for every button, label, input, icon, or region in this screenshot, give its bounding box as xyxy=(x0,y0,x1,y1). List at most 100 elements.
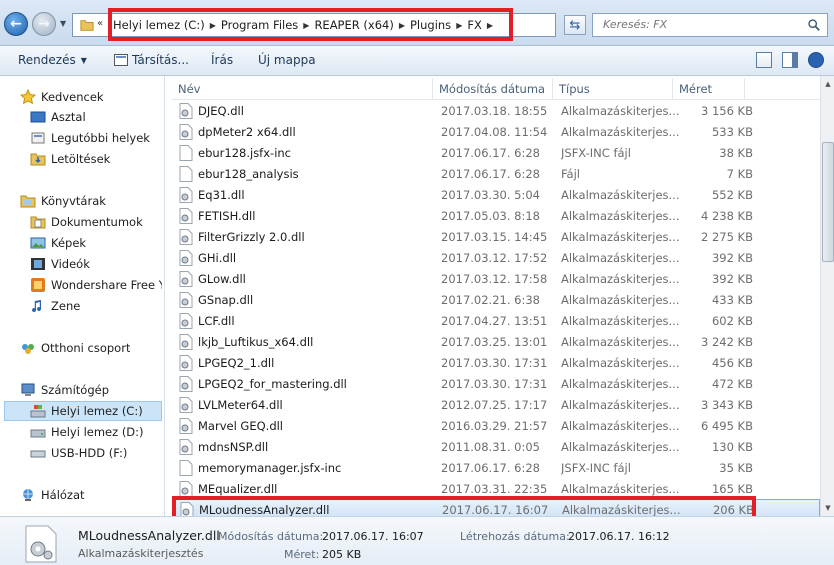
organize-button[interactable]: Rendezés ▼ xyxy=(18,53,87,67)
nav-network[interactable]: Hálózat xyxy=(20,485,85,505)
file-row[interactable]: lkjb_Luftikus_x64.dll 2017.03.25. 13:01 Al… xyxy=(172,331,820,352)
nav-usb-drive[interactable]: USB-HDD (F:) xyxy=(30,443,127,463)
chevron-right-icon[interactable]: ▶ xyxy=(487,21,493,30)
file-type: Alkalmazáskiterjes... xyxy=(561,250,680,265)
chevron-right-icon[interactable]: ▶ xyxy=(210,21,216,30)
nav-recent-places[interactable]: Legutóbbi helyek xyxy=(30,128,150,148)
file-name: ebur128.jsfx-inc xyxy=(198,145,291,160)
vertical-scrollbar[interactable]: ▲ ▼ xyxy=(820,76,834,516)
file-row[interactable]: LPGEQ2_for_mastering.dll 2017.03.30. 17:3… xyxy=(172,373,820,394)
refresh-icon: ⇆ xyxy=(569,17,581,33)
refresh-button[interactable]: ⇆ xyxy=(564,15,586,35)
file-name: mdnsNSP.dll xyxy=(198,439,269,454)
file-row[interactable]: memorymanager.jsfx-inc 2017.06.17. 6:28 JS… xyxy=(172,457,820,478)
chevron-right-icon[interactable]: ▶ xyxy=(456,21,462,30)
search-box[interactable] xyxy=(592,13,828,37)
nav-documents[interactable]: Dokumentumok xyxy=(30,212,143,232)
file-row[interactable]: GSnap.dll 2017.02.21. 6:38 Alkalmazáskiter… xyxy=(172,289,820,310)
recent-pages-dropdown[interactable]: ▼ xyxy=(60,19,66,28)
file-name: LPGEQ2_1.dll xyxy=(198,355,275,370)
column-headers: Név Módosítás dátuma Típus Méret xyxy=(172,78,820,100)
breadcrumb-item[interactable]: FX xyxy=(467,18,487,32)
preview-pane-button[interactable] xyxy=(782,52,798,68)
file-name: MLoudnessAnalyzer.dll xyxy=(199,502,330,517)
scroll-down-icon[interactable]: ▼ xyxy=(821,500,834,516)
nav-wondershare[interactable]: Wondershare Free Y xyxy=(30,275,162,295)
videos-icon xyxy=(31,258,45,270)
nav-videos[interactable]: Videók xyxy=(30,254,90,274)
file-type: JSFX-INC fájl xyxy=(561,460,631,475)
nav-music[interactable]: Zene xyxy=(30,296,80,316)
file-row[interactable]: LPGEQ2_1.dll 2017.03.30. 17:31 Alkalmazásk… xyxy=(172,352,820,373)
file-row[interactable]: GHi.dll 2017.03.12. 17:52 Alkalmazáskiterj… xyxy=(172,247,820,268)
file-name: MEqualizer.dll xyxy=(198,481,278,496)
file-row[interactable]: ebur128_analysis 2017.06.17. 6:28 Fájl 7 KB xyxy=(172,163,820,184)
file-size: 456 KB xyxy=(711,355,753,370)
file-type: Fájl xyxy=(561,166,580,181)
breadcrumb-item[interactable]: Program Files xyxy=(221,18,303,32)
search-icon[interactable] xyxy=(807,18,821,32)
file-size: 38 KB xyxy=(719,145,753,160)
change-view-button[interactable] xyxy=(756,52,772,68)
nav-label: Képek xyxy=(51,236,87,250)
scroll-up-icon[interactable]: ▲ xyxy=(821,76,834,92)
nav-favorites[interactable]: Kedvencek xyxy=(20,87,104,107)
nav-computer[interactable]: Számítógép xyxy=(20,380,109,400)
file-row[interactable]: mdnsNSP.dll 2011.08.31. 0:05 Alkalmazáskit… xyxy=(172,436,820,457)
column-header-size[interactable]: Méret xyxy=(673,78,745,99)
help-button[interactable] xyxy=(808,52,824,68)
file-row[interactable]: dpMeter2 x64.dll 2017.04.08. 11:54 Alkalma… xyxy=(172,121,820,142)
file-row[interactable]: Marvel GEQ.dll 2016.03.29. 21:57 Alkalmazá… xyxy=(172,415,820,436)
file-list: Név Módosítás dátuma Típus Méret DJEQ.dl… xyxy=(172,76,820,516)
nav-drive-c[interactable]: Helyi lemez (C:) xyxy=(4,401,162,421)
file-size: 4 238 KB xyxy=(700,208,753,223)
dll-file-icon xyxy=(179,228,193,245)
nav-homegroup[interactable]: Otthoni csoport xyxy=(20,338,130,358)
file-size: 433 KB xyxy=(711,292,753,307)
new-folder-button[interactable]: Új mappa xyxy=(258,53,316,67)
breadcrumb-item[interactable]: Plugins xyxy=(410,18,456,32)
breadcrumb-item[interactable]: Helyi lemez (C:) xyxy=(113,18,210,32)
address-bar[interactable]: « Helyi lemez (C:) ▶ Program Files ▶ REA… xyxy=(72,13,621,37)
column-header-date[interactable]: Módosítás dátuma xyxy=(433,78,553,99)
nav-label: Asztal xyxy=(51,110,86,124)
file-type: Alkalmazáskiterjes... xyxy=(561,334,680,349)
back-button[interactable]: ← xyxy=(4,12,28,36)
nav-label: Helyi lemez (C:) xyxy=(51,404,143,418)
nav-drive-d[interactable]: Helyi lemez (D:) xyxy=(30,422,144,442)
file-row[interactable]: LVLMeter64.dll 2012.07.25. 17:17 Alkalmazá… xyxy=(172,394,820,415)
file-row[interactable]: MEqualizer.dll 2017.03.31. 22:35 Alkalmazá… xyxy=(172,478,820,499)
associate-icon xyxy=(114,54,128,66)
forward-button[interactable]: → xyxy=(32,12,56,36)
breadcrumb-overflow[interactable]: « xyxy=(97,18,103,29)
nav-desktop[interactable]: Asztal xyxy=(30,107,86,127)
file-row[interactable]: FilterGrizzly 2.0.dll 2017.03.15. 14:45 Al… xyxy=(172,226,820,247)
file-row[interactable]: LCF.dll 2017.04.27. 13:51 Alkalmazáskiterj… xyxy=(172,310,820,331)
dll-file-icon xyxy=(180,501,194,516)
details-pane: MLoudnessAnalyzer.dll Alkalmazáskiterjes… xyxy=(0,516,834,565)
file-row[interactable]: Eq31.dll 2017.03.30. 5:04 Alkalmazáskiterj… xyxy=(172,184,820,205)
dll-file-icon xyxy=(179,249,193,266)
file-date: 2017.03.25. 13:01 xyxy=(441,334,548,349)
chevron-right-icon[interactable]: ▶ xyxy=(303,21,309,30)
breadcrumb-item[interactable]: REAPER (x64) xyxy=(314,18,398,32)
nav-downloads[interactable]: Letöltések xyxy=(30,149,110,169)
file-name: lkjb_Luftikus_x64.dll xyxy=(198,334,314,349)
search-input[interactable] xyxy=(603,18,793,31)
chevron-right-icon[interactable]: ▶ xyxy=(399,21,405,30)
file-row[interactable]: DJEQ.dll 2017.03.18. 18:55 Alkalmazáskiter… xyxy=(172,100,820,121)
burn-button[interactable]: Írás xyxy=(211,53,233,67)
column-header-name[interactable]: Név xyxy=(172,78,433,99)
file-name: Marvel GEQ.dll xyxy=(198,418,284,433)
nav-pictures[interactable]: Képek xyxy=(30,233,86,253)
scroll-thumb[interactable] xyxy=(822,142,834,262)
file-row[interactable]: MLoudnessAnalyzer.dll 2017.06.17. 16:07 Al… xyxy=(172,499,820,516)
nav-libraries[interactable]: Könyvtárak xyxy=(20,191,106,211)
file-date: 2011.08.31. 0:05 xyxy=(441,439,540,454)
file-row[interactable]: ebur128.jsfx-inc 2017.06.17. 6:28 JSFX-INC… xyxy=(172,142,820,163)
file-row[interactable]: GLow.dll 2017.03.12. 17:58 Alkalmazáskiter… xyxy=(172,268,820,289)
column-header-type[interactable]: Típus xyxy=(553,78,673,99)
file-row[interactable]: FETISH.dll 2017.05.03. 8:18 Alkalmazáskite… xyxy=(172,205,820,226)
file-date: 2017.03.30. 17:31 xyxy=(441,355,548,370)
associate-button[interactable]: Társítás... xyxy=(114,53,189,67)
